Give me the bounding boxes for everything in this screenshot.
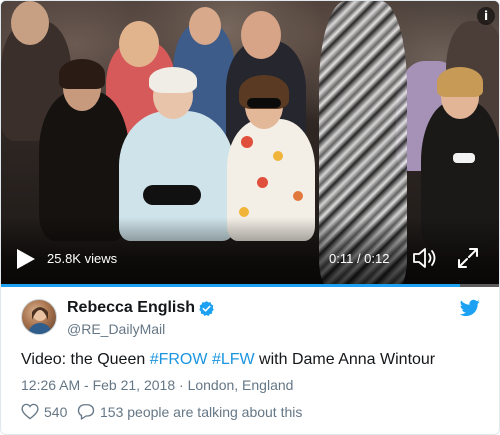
hashtag-lfw[interactable]: #LFW	[212, 351, 255, 368]
progress-fill	[1, 284, 460, 287]
gloves	[143, 185, 201, 205]
play-button[interactable]	[13, 247, 37, 271]
volume-button[interactable]	[411, 245, 439, 271]
tweet-meta: 12:26 AM - Feb 21, 2018 · London, Englan…	[21, 377, 293, 393]
video-player[interactable]: i 25.8K views 0:11 / 0:12	[1, 1, 499, 287]
tweet-text-prefix: Video: the Queen	[21, 351, 150, 368]
verified-badge-icon	[199, 301, 214, 317]
white-cuffs	[453, 153, 475, 163]
like-count: 540	[44, 403, 68, 420]
dress-pattern	[273, 151, 283, 161]
crowd-head	[11, 1, 49, 45]
play-icon	[17, 249, 35, 269]
fullscreen-button[interactable]	[457, 247, 479, 269]
crowd-head	[189, 7, 221, 45]
fullscreen-icon	[458, 248, 478, 268]
hashtag-frow[interactable]: #FROW	[150, 351, 208, 368]
tweet-timestamp[interactable]: 12:26 AM - Feb 21, 2018	[21, 377, 175, 393]
avatar-image	[27, 307, 53, 334]
dress-pattern	[241, 136, 253, 148]
playback-time: 0:11 / 0:12	[329, 251, 390, 266]
reply-bubble-icon	[77, 404, 95, 420]
dress-pattern	[239, 207, 249, 217]
tweet-text-suffix: with Dame Anna Wintour	[254, 351, 436, 368]
meta-separator: ·	[175, 377, 188, 393]
progress-bar[interactable]	[1, 284, 499, 287]
avatar[interactable]	[21, 299, 57, 335]
twitter-bird-icon[interactable]	[460, 299, 480, 317]
tweet-text: Video: the Queen #FROW #LFW with Dame An…	[21, 351, 435, 369]
heart-icon	[21, 403, 39, 420]
tweet-location[interactable]: London, England	[188, 377, 294, 393]
conversation-count: 153 people are talking about this	[100, 403, 303, 420]
volume-icon	[413, 248, 436, 268]
tweet-card: i 25.8K views 0:11 / 0:12 Rebecca Englis…	[0, 0, 500, 435]
view-count: 25.8K views	[47, 251, 118, 266]
author-handle[interactable]: @RE_DailyMail	[67, 321, 165, 337]
crowd-head	[119, 21, 159, 67]
reply-button[interactable]: 153 people are talking about this	[77, 403, 302, 420]
sunglasses	[247, 98, 281, 108]
author-display-name[interactable]: Rebecca English	[67, 299, 195, 317]
front-row-hair	[437, 67, 483, 97]
dress-pattern	[293, 191, 303, 201]
front-row-hair	[149, 67, 197, 93]
crowd-head	[241, 11, 281, 59]
dress-pattern	[257, 177, 268, 188]
like-button[interactable]: 540	[21, 403, 67, 420]
info-icon[interactable]: i	[477, 7, 495, 25]
front-row-hair	[59, 59, 105, 89]
